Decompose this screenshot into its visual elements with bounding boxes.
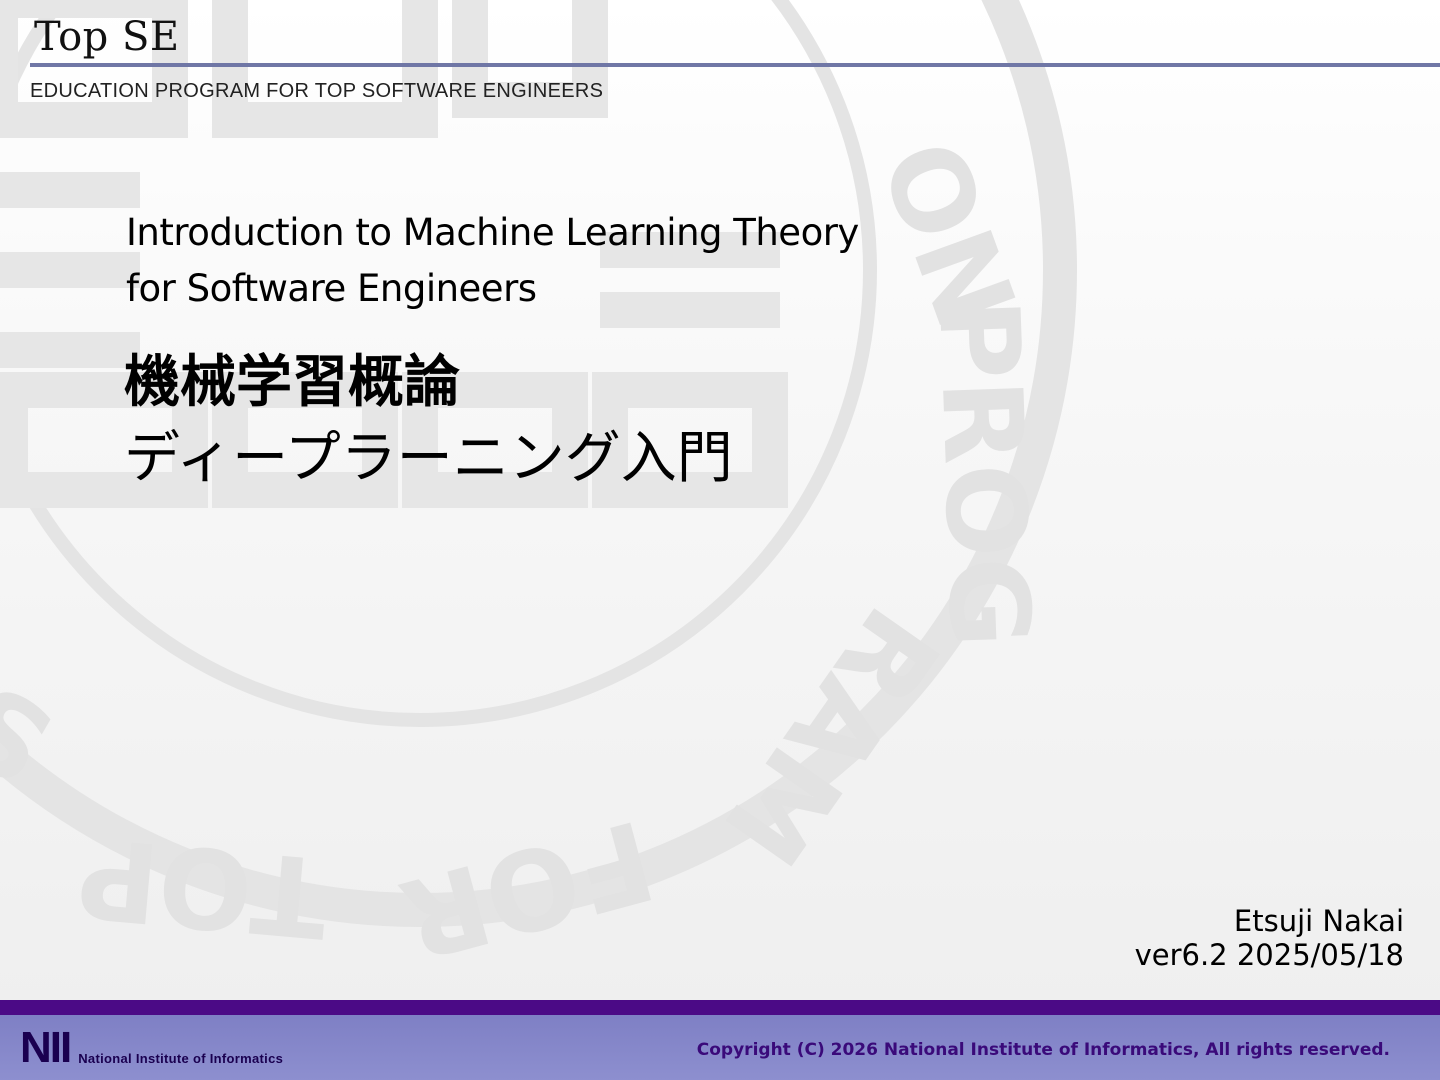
author-block: Etsuji Nakai ver6.2 2025/05/18	[1135, 904, 1404, 972]
svg-text:FOR: FOR	[389, 795, 667, 984]
english-title-line-2: for Software Engineers	[126, 267, 537, 310]
header-divider	[30, 63, 1440, 67]
brand-subtitle: EDUCATION PROGRAM FOR TOP SOFTWARE ENGIN…	[30, 80, 604, 102]
svg-text:ON: ON	[856, 125, 1040, 343]
japanese-title: 機械学習概論 ディープラーニング入門	[124, 345, 733, 497]
nii-logo-mark: NII	[20, 1023, 72, 1072]
author-name: Etsuji Nakai	[1233, 904, 1404, 938]
footer-top-bar	[0, 1000, 1440, 1015]
english-title-line-1: Introduction to Machine Learning Theory	[126, 211, 859, 254]
svg-text:S: S	[0, 658, 73, 808]
japanese-title-line-2: ディープラーニング入門	[124, 426, 733, 491]
svg-text:PROG: PROG	[914, 296, 1054, 649]
english-title: Introduction to Machine Learning Theory …	[126, 205, 859, 317]
version-date: ver6.2 2025/05/18	[1134, 938, 1404, 972]
brand-title: Top SE	[34, 14, 180, 60]
svg-text:TOP: TOP	[73, 812, 332, 961]
japanese-title-line-1: 機械学習概論	[124, 350, 460, 415]
nii-logo-name: National Institute of Informatics	[78, 1051, 284, 1066]
copyright-notice: Copyright (C) 2026 National Institute of…	[696, 1040, 1390, 1060]
nii-logo: NII National Institute of Informatics	[20, 1023, 284, 1072]
footer: NII National Institute of Informatics Co…	[0, 1000, 1440, 1080]
svg-text:RAM: RAM	[699, 585, 964, 887]
